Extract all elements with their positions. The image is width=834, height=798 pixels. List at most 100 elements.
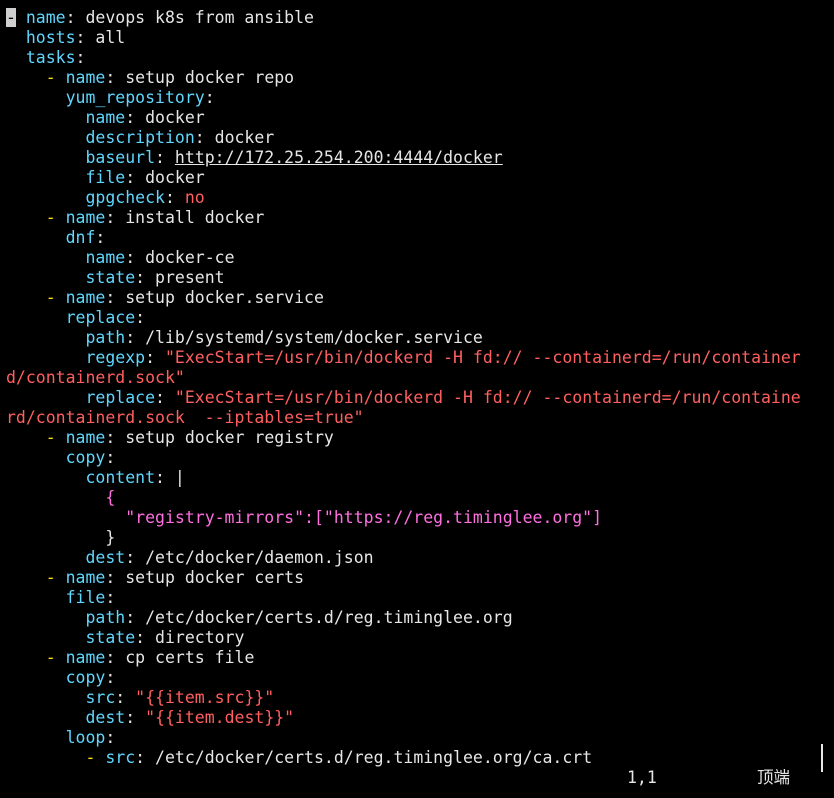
plain-text: : all [75, 28, 126, 47]
code-line[interactable]: replace: "ExecStart=/usr/bin/dockerd -H … [6, 388, 811, 408]
code-line[interactable]: hosts: all [6, 28, 811, 48]
code-line[interactable]: state: directory [6, 628, 811, 648]
editor-buffer[interactable]: - name: devops k8s from ansible hosts: a… [6, 8, 811, 768]
plain-text: : [145, 348, 165, 367]
list-dash: - [45, 568, 56, 587]
code-line[interactable]: file: docker [6, 168, 811, 188]
string-value: "{{item.dest}}" [145, 708, 295, 727]
code-line[interactable]: dest: /etc/docker/daemon.json [6, 548, 811, 568]
code-line[interactable]: regexp: "ExecStart=/usr/bin/dockerd -H f… [6, 348, 811, 368]
yaml-key: yum_repository [65, 88, 205, 107]
cursor-position: 1,1 [627, 768, 657, 787]
yaml-key: replace [85, 388, 156, 407]
yaml-key: hosts [25, 28, 76, 47]
plain-text [6, 388, 85, 407]
plain-text [6, 708, 85, 727]
plain-text [6, 108, 85, 127]
code-line[interactable]: path: /lib/systemd/system/docker.service [6, 328, 811, 348]
plain-text: : docker [125, 168, 205, 187]
code-line[interactable]: yum_repository: [6, 88, 811, 108]
code-line[interactable]: description: docker [6, 128, 811, 148]
code-line[interactable]: - name: setup docker registry [6, 428, 811, 448]
plain-text: : [75, 48, 86, 67]
code-line[interactable]: tasks: [6, 48, 811, 68]
plain-text: : directory [135, 628, 245, 647]
code-line[interactable]: src: "{{item.src}}" [6, 688, 811, 708]
plain-text [6, 308, 66, 327]
code-line[interactable]: "registry-mirrors":["https://reg.timingl… [6, 508, 811, 528]
code-line[interactable]: - name: setup docker certs [6, 568, 811, 588]
code-line[interactable]: file: [6, 588, 811, 608]
plain-text [6, 588, 66, 607]
plain-text: : [204, 88, 215, 107]
code-line[interactable]: replace: [6, 308, 811, 328]
terminal-window[interactable]: - name: devops k8s from ansible hosts: a… [0, 0, 834, 798]
code-line[interactable]: - name: setup docker repo [6, 68, 811, 88]
code-line[interactable]: content: | [6, 468, 811, 488]
plain-text [6, 488, 105, 507]
code-line[interactable]: name: docker [6, 108, 811, 128]
code-line[interactable]: - name: devops k8s from ansible [6, 8, 811, 28]
plain-text [6, 728, 66, 747]
plain-text: : [155, 388, 175, 407]
code-line[interactable]: state: present [6, 268, 811, 288]
plain-text: : /etc/docker/certs.d/reg.timinglee.org [125, 608, 513, 627]
yaml-key: file [65, 588, 106, 607]
plain-text [6, 148, 85, 167]
plain-text: } [105, 528, 116, 547]
scrollbar-thumb[interactable] [821, 744, 823, 772]
code-line[interactable]: path: /etc/docker/certs.d/reg.timinglee.… [6, 608, 811, 628]
list-dash: - [45, 208, 56, 227]
code-line[interactable]: name: docker-ce [6, 248, 811, 268]
plain-text: : [155, 148, 175, 167]
plain-text: : setup docker certs [105, 568, 305, 587]
plain-text: : docker-ce [125, 248, 235, 267]
code-line[interactable]: - name: install docker [6, 208, 811, 228]
plain-text: : [105, 668, 116, 687]
plain-text [6, 68, 46, 87]
plain-text: : setup docker repo [105, 68, 295, 87]
plain-text [56, 568, 66, 587]
plain-text [6, 648, 46, 667]
plain-text [6, 608, 85, 627]
code-line[interactable]: dnf: [6, 228, 811, 248]
plain-text [6, 568, 46, 587]
code-line[interactable]: { [6, 488, 811, 508]
code-line[interactable]: - src: /etc/docker/certs.d/reg.timinglee… [6, 748, 811, 768]
plain-text [6, 748, 85, 767]
code-line[interactable]: } [6, 528, 811, 548]
plain-text: : setup docker.service [105, 288, 324, 307]
yaml-key: name [85, 248, 126, 267]
code-line[interactable]: rd/containerd.sock --iptables=true" [6, 408, 811, 428]
plain-text [95, 748, 105, 767]
yaml-key: tasks [25, 48, 76, 67]
yaml-key: gpgcheck [85, 188, 165, 207]
plain-text: : /lib/systemd/system/docker.service [125, 328, 483, 347]
plain-text [16, 8, 26, 27]
plain-text: : present [135, 268, 225, 287]
plain-text: : [105, 448, 116, 467]
yaml-key: description [85, 128, 195, 147]
code-line[interactable]: gpgcheck: no [6, 188, 811, 208]
code-line[interactable]: loop: [6, 728, 811, 748]
code-line[interactable]: d/containerd.sock" [6, 368, 811, 388]
plain-text [6, 548, 85, 567]
plain-text [6, 668, 66, 687]
yaml-key: name [25, 8, 66, 27]
list-dash: - [85, 748, 96, 767]
plain-text [6, 48, 26, 67]
code-line[interactable]: dest: "{{item.dest}}" [6, 708, 811, 728]
plain-text [56, 648, 66, 667]
code-line[interactable]: baseurl: http://172.25.254.200:4444/dock… [6, 148, 811, 168]
yaml-key: name [65, 568, 106, 587]
code-line[interactable]: copy: [6, 448, 811, 468]
code-line[interactable]: copy: [6, 668, 811, 688]
string-value: "{{item.src}}" [135, 688, 275, 707]
code-line[interactable]: - name: setup docker.service [6, 288, 811, 308]
yaml-key: file [85, 168, 126, 187]
code-line[interactable]: - name: cp certs file [6, 648, 811, 668]
plain-text: : [105, 588, 116, 607]
plain-text: : devops k8s from ansible [65, 8, 314, 27]
plain-text: : docker [125, 108, 205, 127]
plain-text: : [164, 188, 185, 207]
